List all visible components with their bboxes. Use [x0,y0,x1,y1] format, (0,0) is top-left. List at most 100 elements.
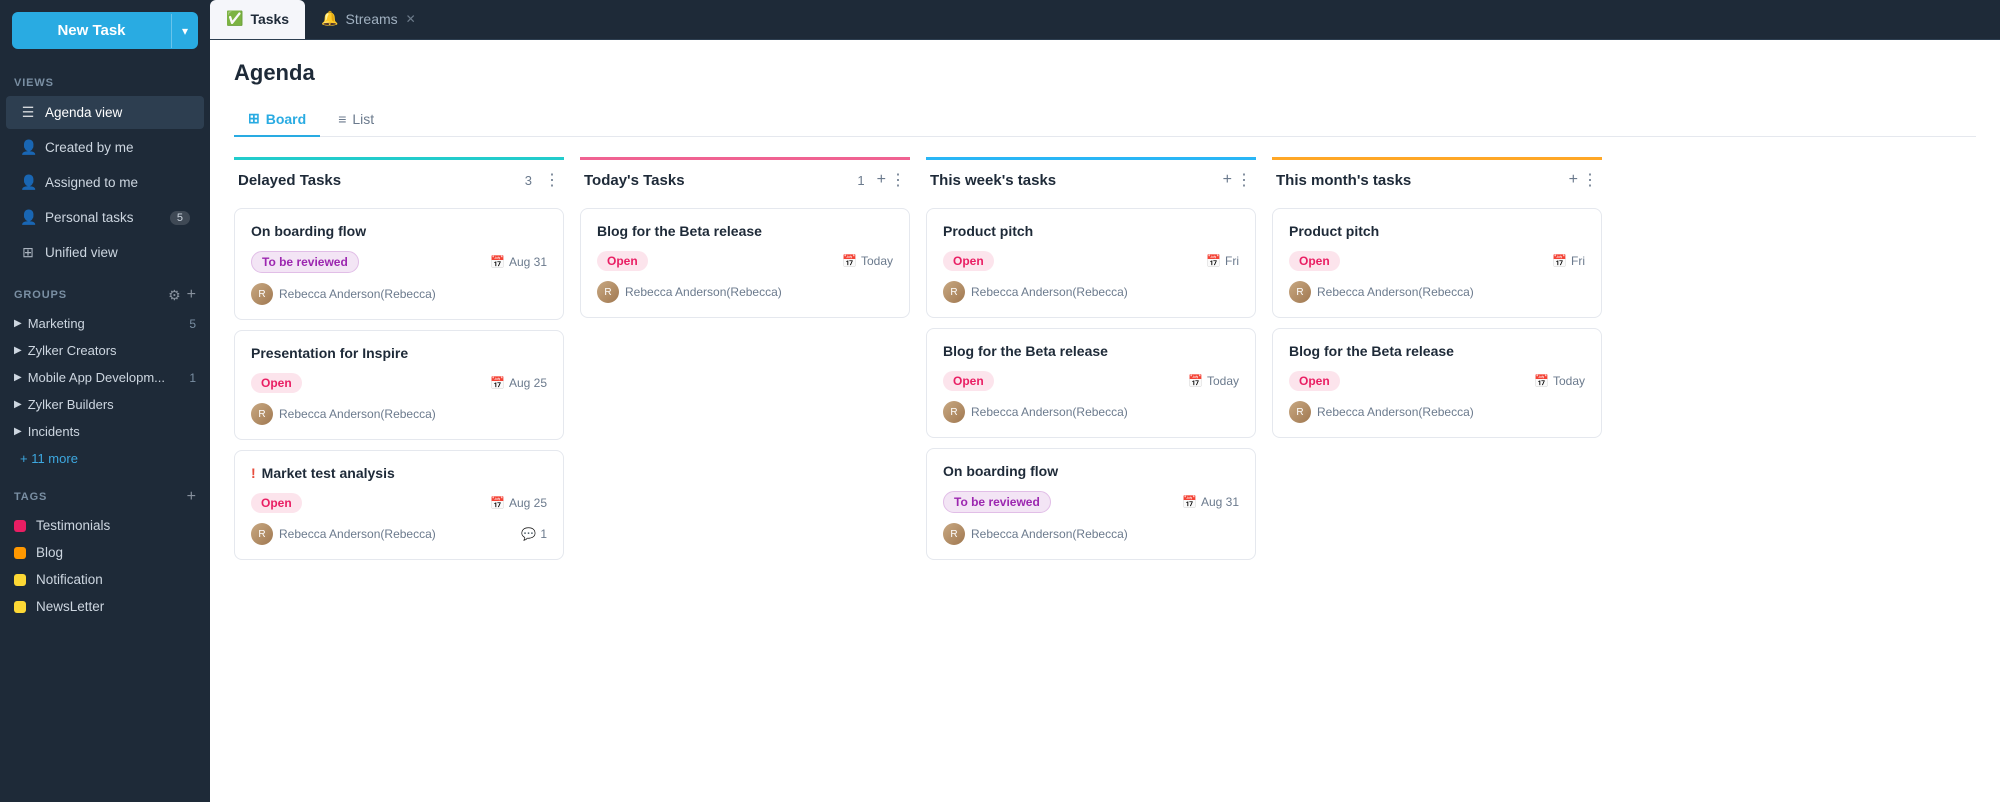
task-meta: Open📅Fri [1289,251,1585,271]
task-title: Blog for the Beta release [1289,343,1585,359]
calendar-icon: 📅 [1552,254,1567,268]
new-task-label: New Task [12,12,171,49]
task-title: On boarding flow [943,463,1239,479]
column-delayed: Delayed Tasks3⋮On boarding flowTo be rev… [234,157,564,570]
task-status-badge: Open [597,251,648,271]
calendar-icon: 📅 [1206,254,1221,268]
column-more-thisweek[interactable]: ⋮ [1236,170,1252,190]
task-card[interactable]: Product pitchOpen📅FriRRebecca Anderson(R… [1272,208,1602,318]
tab-streams-label: Streams [346,11,398,27]
sidebar: New Task ▾ VIEWS ☰ Agenda view 👤 Created… [0,0,210,802]
tag-blog[interactable]: Blog [0,539,210,566]
new-task-button[interactable]: New Task ▾ [12,12,198,49]
task-assignee: RRebecca Anderson(Rebecca) [943,523,1128,545]
task-status-badge: Open [1289,371,1340,391]
task-card[interactable]: Blog for the Beta releaseOpen📅TodayRRebe… [580,208,910,318]
column-add-today[interactable]: + [877,171,886,189]
calendar-icon: 📅 [1534,374,1549,388]
column-more-thismonth[interactable]: ⋮ [1582,170,1598,190]
tab-list[interactable]: ≡ List [324,103,388,137]
assignee-name: Rebecca Anderson(Rebecca) [279,287,436,301]
sidebar-item-agenda-label: Agenda view [45,105,190,120]
mobile-app-count: 1 [189,371,196,385]
unified-icon: ⊞ [20,244,36,261]
group-marketing-label: Marketing [28,316,190,331]
task-date: 📅Aug 25 [490,376,547,390]
new-task-dropdown-arrow[interactable]: ▾ [171,14,198,48]
group-zylker-builders[interactable]: ▶ Zylker Builders [0,391,210,418]
zylker-creators-arrow-icon: ▶ [14,345,22,356]
column-title-today: Today's Tasks [584,172,857,189]
task-footer: RRebecca Anderson(Rebecca) [251,283,547,305]
testimonials-dot [14,520,26,532]
tab-tasks[interactable]: ✅ Tasks [210,0,305,39]
group-marketing[interactable]: ▶ Marketing 5 [0,310,210,337]
task-card[interactable]: Product pitchOpen📅FriRRebecca Anderson(R… [926,208,1256,318]
column-title-delayed: Delayed Tasks [238,172,525,189]
tab-streams[interactable]: 🔔 Streams ✕ [305,0,432,39]
task-title: Blog for the Beta release [943,343,1239,359]
board: Delayed Tasks3⋮On boarding flowTo be rev… [234,157,1976,586]
assignee-name: Rebecca Anderson(Rebecca) [971,527,1128,541]
sidebar-item-agenda[interactable]: ☰ Agenda view [6,96,204,129]
avatar: R [1289,401,1311,423]
personal-count: 5 [170,211,190,225]
groups-add-icon[interactable]: + [187,286,196,304]
task-title: !Market test analysis [251,465,547,481]
column-add-thismonth[interactable]: + [1569,171,1578,189]
group-incidents[interactable]: ▶ Incidents [0,418,210,445]
tag-testimonials[interactable]: Testimonials [0,512,210,539]
task-date-value: Fri [1225,254,1239,268]
avatar: R [943,401,965,423]
tag-notification-label: Notification [36,572,103,587]
list-label: List [352,111,374,127]
group-mobile-app[interactable]: ▶ Mobile App Developm... 1 [0,364,210,391]
calendar-icon: 📅 [490,255,505,269]
group-zylker-creators[interactable]: ▶ Zylker Creators [0,337,210,364]
sidebar-item-personal-label: Personal tasks [45,210,170,225]
column-add-thisweek[interactable]: + [1223,171,1232,189]
tag-notification[interactable]: Notification [0,566,210,593]
task-card[interactable]: Presentation for InspireOpen📅Aug 25RRebe… [234,330,564,440]
marketing-count: 5 [189,317,196,331]
task-status-badge: To be reviewed [251,251,359,273]
task-date-value: Aug 25 [509,376,547,390]
task-title: Blog for the Beta release [597,223,893,239]
task-card[interactable]: !Market test analysisOpen📅Aug 25RRebecca… [234,450,564,560]
sidebar-item-unified[interactable]: ⊞ Unified view [6,236,204,269]
task-date-value: Aug 25 [509,496,547,510]
task-status-badge: Open [251,493,302,513]
assignee-name: Rebecca Anderson(Rebecca) [279,527,436,541]
column-header-thisweek: This week's tasks+⋮ [926,157,1256,200]
task-card[interactable]: Blog for the Beta releaseOpen📅TodayRRebe… [1272,328,1602,438]
tab-board[interactable]: ⊞ Board [234,102,320,137]
streams-close-icon[interactable]: ✕ [406,12,416,26]
comment-count-value: 1 [540,527,547,541]
tags-add-icon[interactable]: + [187,488,196,506]
task-assignee: RRebecca Anderson(Rebecca) [251,283,436,305]
task-assignee: RRebecca Anderson(Rebecca) [251,403,436,425]
column-more-today[interactable]: ⋮ [890,170,906,190]
calendar-icon: 📅 [1188,374,1203,388]
task-assignee: RRebecca Anderson(Rebecca) [251,523,436,545]
groups-settings-icon[interactable]: ⚙ [168,287,181,304]
task-date: 📅 Fri [1206,254,1239,268]
task-card[interactable]: On boarding flowTo be reviewed📅Aug 31RRe… [926,448,1256,560]
tag-newsletter[interactable]: NewsLetter [0,593,210,620]
task-card[interactable]: Blog for the Beta releaseOpen📅TodayRRebe… [926,328,1256,438]
column-more-delayed[interactable]: ⋮ [544,170,560,190]
task-card[interactable]: On boarding flowTo be reviewed📅Aug 31RRe… [234,208,564,320]
main-area: ✅ Tasks 🔔 Streams ✕ Agenda ⊞ Board ≡ Lis… [210,0,2000,802]
assignee-name: Rebecca Anderson(Rebecca) [971,405,1128,419]
sidebar-item-created[interactable]: 👤 Created by me [6,131,204,164]
tag-testimonials-label: Testimonials [36,518,110,533]
more-groups-link[interactable]: + 11 more [0,445,210,472]
streams-tab-icon: 🔔 [321,10,338,27]
sidebar-item-personal[interactable]: 👤 Personal tasks 5 [6,201,204,234]
view-tabs: ⊞ Board ≡ List [234,102,1976,137]
task-title: Product pitch [1289,223,1585,239]
personal-icon: 👤 [20,209,36,226]
sidebar-item-assigned[interactable]: 👤 Assigned to me [6,166,204,199]
assignee-name: Rebecca Anderson(Rebecca) [971,285,1128,299]
assignee-name: Rebecca Anderson(Rebecca) [625,285,782,299]
